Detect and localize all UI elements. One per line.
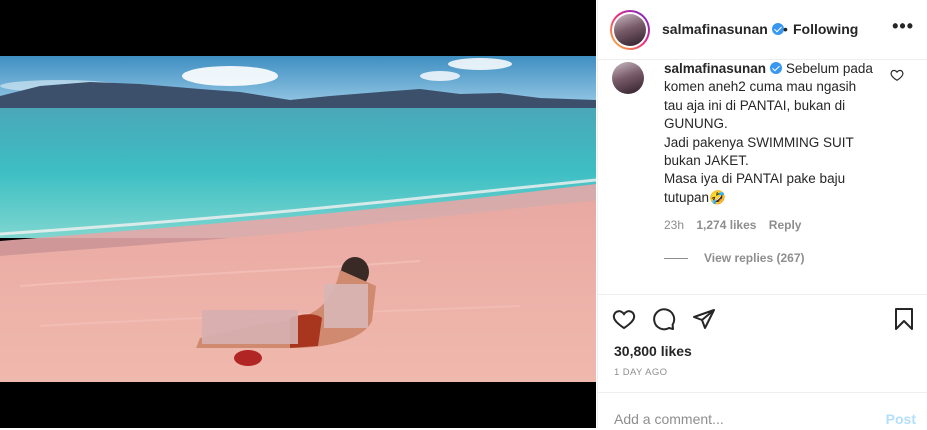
comment-line: tutupan🤣 (664, 189, 726, 205)
comment-icon[interactable] (652, 307, 676, 331)
comment-line: Jadi pakenya SWIMMING SUIT (664, 134, 854, 150)
post-media[interactable] (0, 0, 596, 428)
avatar[interactable] (610, 10, 650, 50)
header-separator: • (783, 21, 788, 37)
post-header: salmafinasunan • Following ••• (598, 0, 927, 60)
comment-likes[interactable]: 1,274 likes (696, 218, 756, 232)
reply-button[interactable]: Reply (769, 218, 802, 232)
comments-list: salmafinasunan Sebelum pada komen aneh2 … (598, 60, 927, 294)
comment-line: Masa iya di PANTAI pake baju (664, 171, 846, 187)
comment-username[interactable]: salmafinasunan (664, 61, 766, 76)
post-side-panel: salmafinasunan • Following ••• salmafina… (597, 0, 927, 428)
post-comment-button[interactable]: Post (886, 411, 916, 427)
comment-like-heart-icon[interactable] (890, 68, 904, 82)
comment-age: 23h (664, 218, 685, 232)
comment-line: tau aja ini di PANTAI, bukan di (664, 97, 846, 113)
username-text[interactable]: salmafinasunan (662, 21, 768, 37)
more-options-icon[interactable]: ••• (892, 16, 914, 37)
comment-line: Sebelum pada (785, 61, 873, 76)
view-replies-label[interactable]: View replies (267) (704, 251, 805, 265)
bookmark-icon[interactable] (892, 307, 916, 331)
share-icon[interactable] (692, 307, 716, 331)
comment-composer: Add a comment... Post (598, 392, 927, 430)
post-photo[interactable] (0, 56, 596, 382)
view-replies-button[interactable]: View replies (267) (664, 251, 805, 265)
comment-line: bukan JAKET. (664, 153, 749, 169)
post-time[interactable]: 1 DAY AGO (614, 367, 667, 378)
comment-line: GUNUNG. (664, 116, 728, 132)
comment-input[interactable]: Add a comment... (614, 411, 724, 427)
likes-count[interactable]: 30,800 likes (614, 343, 692, 359)
post-actions: 30,800 likes 1 DAY AGO Add a comment... … (598, 294, 927, 429)
header-username[interactable]: salmafinasunan (662, 21, 784, 37)
comment-line: komen aneh2 cuma mau ngasih (664, 79, 857, 95)
comment-body: salmafinasunan Sebelum pada komen aneh2 … (664, 60, 874, 207)
comment-avatar[interactable] (612, 62, 644, 94)
heart-icon[interactable] (612, 307, 636, 331)
verified-badge-icon (770, 62, 783, 74)
following-button[interactable]: Following (793, 21, 858, 37)
replies-divider (664, 258, 688, 260)
comment-meta: 23h 1,274 likes Reply (664, 218, 810, 232)
beach-photo (0, 56, 596, 382)
